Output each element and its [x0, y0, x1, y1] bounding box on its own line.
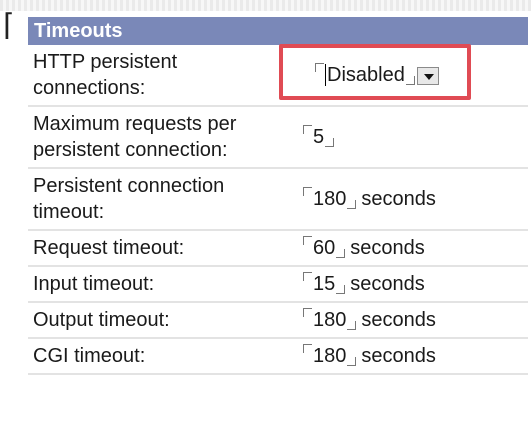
persistent-timeout-input[interactable]: 180 [313, 186, 346, 212]
row-label: HTTP persistent connections: [33, 51, 178, 99]
unit-label: seconds [361, 188, 436, 210]
unit-label: seconds [361, 309, 436, 331]
settings-row-max-requests: Maximum requests per persistent connecti… [28, 107, 528, 169]
row-label: CGI timeout: [33, 345, 146, 367]
bracket-open-icon [303, 271, 313, 297]
row-value: 180 seconds [293, 186, 528, 212]
row-label: Maximum requests per persistent connecti… [33, 113, 237, 161]
row-value: 180 seconds [293, 343, 528, 369]
input-timeout-input[interactable]: 15 [313, 271, 335, 297]
bracket-close-icon [335, 271, 346, 297]
settings-row-persistent-timeout: Persistent connection timeout: 180 secon… [28, 169, 528, 231]
unit-label: seconds [350, 237, 425, 259]
highlight-box [279, 44, 471, 100]
bracket-close-icon [346, 186, 357, 212]
row-label: Persistent connection timeout: [33, 175, 225, 223]
cgi-timeout-input[interactable]: 180 [313, 343, 346, 369]
bracket-open-icon [303, 343, 313, 369]
unit-label: seconds [361, 345, 436, 367]
bracket-open-icon [303, 186, 313, 212]
settings-row-output-timeout: Output timeout: 180 seconds [28, 303, 528, 339]
row-value: 180 seconds [293, 307, 528, 333]
settings-row-input-timeout: Input timeout: 15 seconds [28, 267, 528, 303]
output-timeout-input[interactable]: 180 [313, 307, 346, 333]
bracket-open-icon [303, 307, 313, 333]
settings-row-request-timeout: Request timeout: 60 seconds [28, 231, 528, 267]
max-requests-input[interactable]: 5 [313, 124, 324, 150]
bracket-close-icon [335, 235, 346, 261]
request-timeout-input[interactable]: 60 [313, 235, 335, 261]
bracket-close-icon [346, 343, 357, 369]
row-label: Request timeout: [33, 237, 185, 259]
row-label: Output timeout: [33, 309, 170, 331]
section-header: Timeouts [28, 17, 528, 45]
bracket-open-icon [303, 235, 313, 261]
bracket-open-icon: ⌈ [3, 9, 15, 42]
row-value: 60 seconds [293, 235, 528, 261]
row-label: Input timeout: [33, 273, 155, 295]
row-value: 15 seconds [293, 271, 528, 297]
bracket-open-icon [303, 124, 313, 150]
bracket-close-icon [324, 124, 335, 150]
unit-label: seconds [350, 273, 425, 295]
row-value: 5 [293, 124, 528, 150]
settings-row-cgi-timeout: CGI timeout: 180 seconds [28, 339, 528, 375]
bracket-close-icon [346, 307, 357, 333]
window-edge-strip [0, 0, 531, 11]
